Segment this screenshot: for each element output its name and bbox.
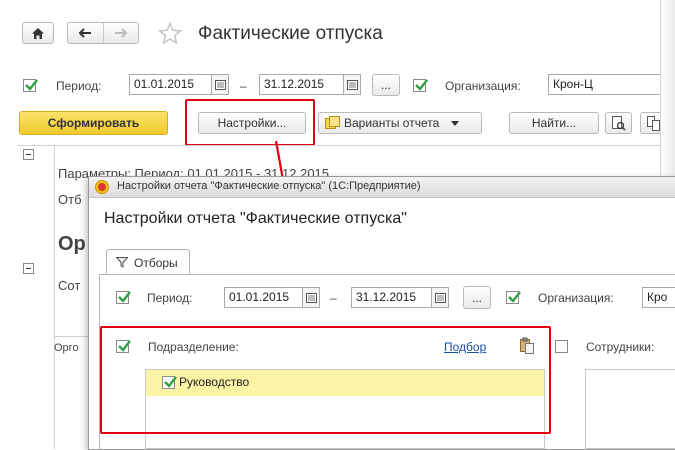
home-button[interactable] <box>22 22 54 44</box>
report-line-organization: Орго <box>54 342 79 354</box>
dialog-period-to-calendar-button[interactable] <box>431 287 449 308</box>
arrow-left-icon <box>78 28 92 38</box>
report-variants-label: Варианты отчета <box>344 116 440 130</box>
period-to-calendar-button[interactable] <box>343 74 361 95</box>
calendar-icon <box>435 293 446 303</box>
page-title: Фактические отпуска <box>198 23 383 44</box>
period-to-input[interactable]: 31.12.2015 <box>259 74 345 95</box>
report-variants-icon <box>325 116 340 129</box>
search-document-icon <box>612 115 626 131</box>
period-checkbox[interactable] <box>23 79 38 92</box>
generate-button[interactable]: Сформировать <box>19 111 168 135</box>
search-settings-button[interactable] <box>605 112 632 134</box>
arrow-right-icon <box>114 28 128 38</box>
settings-highlight-frame <box>185 99 315 146</box>
tab-filters-label: Отборы <box>134 256 178 270</box>
dialog-titlebar: Настройки отчета "Фактические отпуска" (… <box>89 177 675 198</box>
period-from-input[interactable]: 01.01.2015 <box>129 74 213 95</box>
employees-checkbox[interactable] <box>555 340 568 353</box>
forward-button[interactable] <box>104 23 139 43</box>
period-label: Период: <box>56 79 102 93</box>
dialog-heading: Настройки отчета "Фактические отпуска" <box>104 210 407 227</box>
dialog-period-checkbox[interactable] <box>116 291 131 304</box>
home-icon <box>32 27 44 39</box>
period-dash: – <box>240 79 247 93</box>
filter-icon <box>116 257 128 268</box>
checkmark-icon <box>118 291 131 303</box>
tab-filters[interactable]: Отборы <box>106 249 190 275</box>
back-button[interactable] <box>68 23 104 43</box>
division-highlight-frame <box>100 326 551 434</box>
checkmark-icon <box>415 79 428 91</box>
collapse-toggle-2[interactable] <box>23 263 34 274</box>
checkmark-icon <box>25 79 38 91</box>
report-variants-button[interactable]: Варианты отчета <box>318 112 482 134</box>
organization-checkbox[interactable] <box>413 79 428 92</box>
back-forward-group <box>67 22 139 44</box>
period-select-button[interactable]: ... <box>372 74 400 96</box>
document-icon <box>646 115 660 131</box>
1c-logo-icon <box>95 180 109 194</box>
organization-input[interactable]: Крон-Ц <box>548 74 668 95</box>
calendar-icon <box>306 293 317 303</box>
report-line-filter: Отб <box>58 192 82 207</box>
dialog-window-title: Настройки отчета "Фактические отпуска" (… <box>117 180 421 192</box>
settings-dialog: Настройки отчета "Фактические отпуска" (… <box>88 176 675 450</box>
employees-label: Сотрудники: <box>586 340 655 354</box>
organization-label: Организация: <box>445 79 521 93</box>
calendar-icon <box>347 80 358 90</box>
report-line-employees: Сот <box>58 278 81 293</box>
dialog-organization-input[interactable]: Кро <box>642 287 675 308</box>
dialog-organization-checkbox[interactable] <box>506 291 521 304</box>
dialog-period-to-input[interactable]: 31.12.2015 <box>351 287 433 308</box>
dialog-period-dash: – <box>330 291 337 305</box>
checkmark-icon <box>508 291 521 303</box>
employees-list <box>585 369 675 449</box>
calendar-icon <box>215 80 226 90</box>
find-button[interactable]: Найти... <box>509 112 599 134</box>
dialog-organization-label: Организация: <box>538 291 614 305</box>
dialog-period-select-button[interactable]: ... <box>463 286 491 309</box>
dialog-period-from-calendar-button[interactable] <box>302 287 320 308</box>
favorite-star-icon[interactable] <box>158 22 182 45</box>
dialog-period-from-input[interactable]: 01.01.2015 <box>224 287 304 308</box>
chevron-down-icon <box>451 120 460 126</box>
report-line-heading: Ор <box>58 233 86 255</box>
dialog-period-label: Период: <box>147 291 193 305</box>
period-from-calendar-button[interactable] <box>211 74 229 95</box>
report-grouping-column <box>18 146 55 449</box>
collapse-toggle-1[interactable] <box>23 149 34 160</box>
